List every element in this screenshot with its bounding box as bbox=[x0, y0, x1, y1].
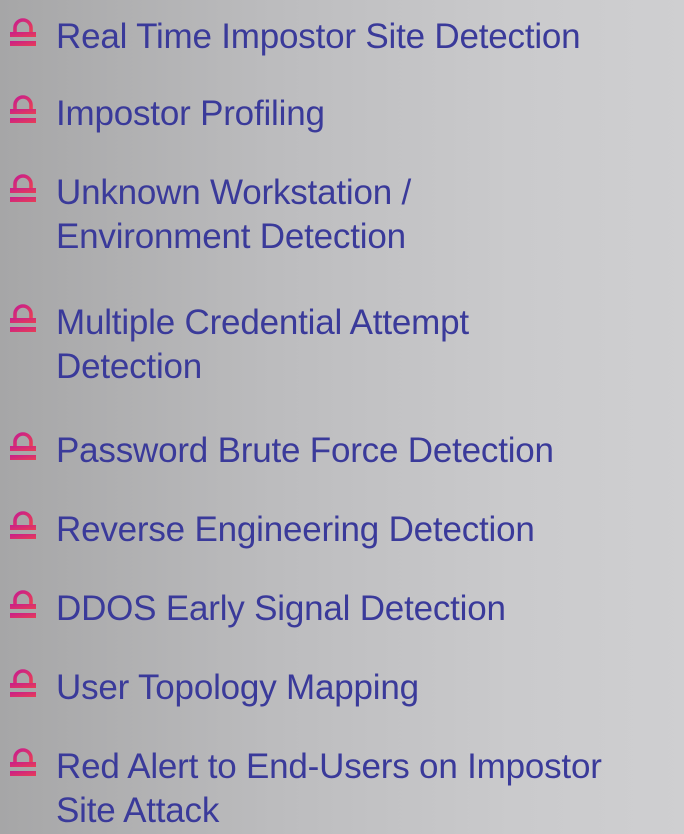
list-item: Real Time Impostor Site Detection bbox=[8, 15, 680, 59]
list-item: Red Alert to End-Users on Impostor Site … bbox=[8, 745, 680, 833]
lock-icon bbox=[8, 95, 38, 125]
lock-icon bbox=[8, 669, 38, 699]
list-item: DDOS Early Signal Detection bbox=[8, 587, 680, 631]
lock-icon bbox=[8, 304, 38, 334]
list-item: Multiple Credential Attempt Detection bbox=[8, 301, 680, 389]
feature-label: Reverse Engineering Detection bbox=[56, 510, 535, 549]
feature-label: DDOS Early Signal Detection bbox=[56, 589, 506, 628]
lock-icon bbox=[8, 511, 38, 541]
feature-label: Impostor Profiling bbox=[56, 94, 325, 133]
list-item: User Topology Mapping bbox=[8, 666, 680, 710]
lock-icon bbox=[8, 590, 38, 620]
list-item: Unknown Workstation / Environment Detect… bbox=[8, 171, 680, 259]
list-item: Password Brute Force Detection bbox=[8, 429, 680, 473]
list-item: Impostor Profiling bbox=[8, 92, 680, 136]
feature-label: Red Alert to End-Users on Impostor Site … bbox=[56, 747, 602, 830]
lock-icon bbox=[8, 18, 38, 48]
lock-icon bbox=[8, 748, 38, 778]
lock-icon bbox=[8, 174, 38, 204]
feature-label: Multiple Credential Attempt Detection bbox=[56, 303, 469, 386]
feature-label: Real Time Impostor Site Detection bbox=[56, 17, 581, 56]
feature-list: Real Time Impostor Site Detection Impost… bbox=[0, 0, 684, 834]
feature-label: Password Brute Force Detection bbox=[56, 431, 554, 470]
list-item: Reverse Engineering Detection bbox=[8, 508, 680, 552]
feature-label: Unknown Workstation / Environment Detect… bbox=[56, 173, 412, 256]
lock-icon bbox=[8, 432, 38, 462]
feature-label: User Topology Mapping bbox=[56, 668, 419, 707]
